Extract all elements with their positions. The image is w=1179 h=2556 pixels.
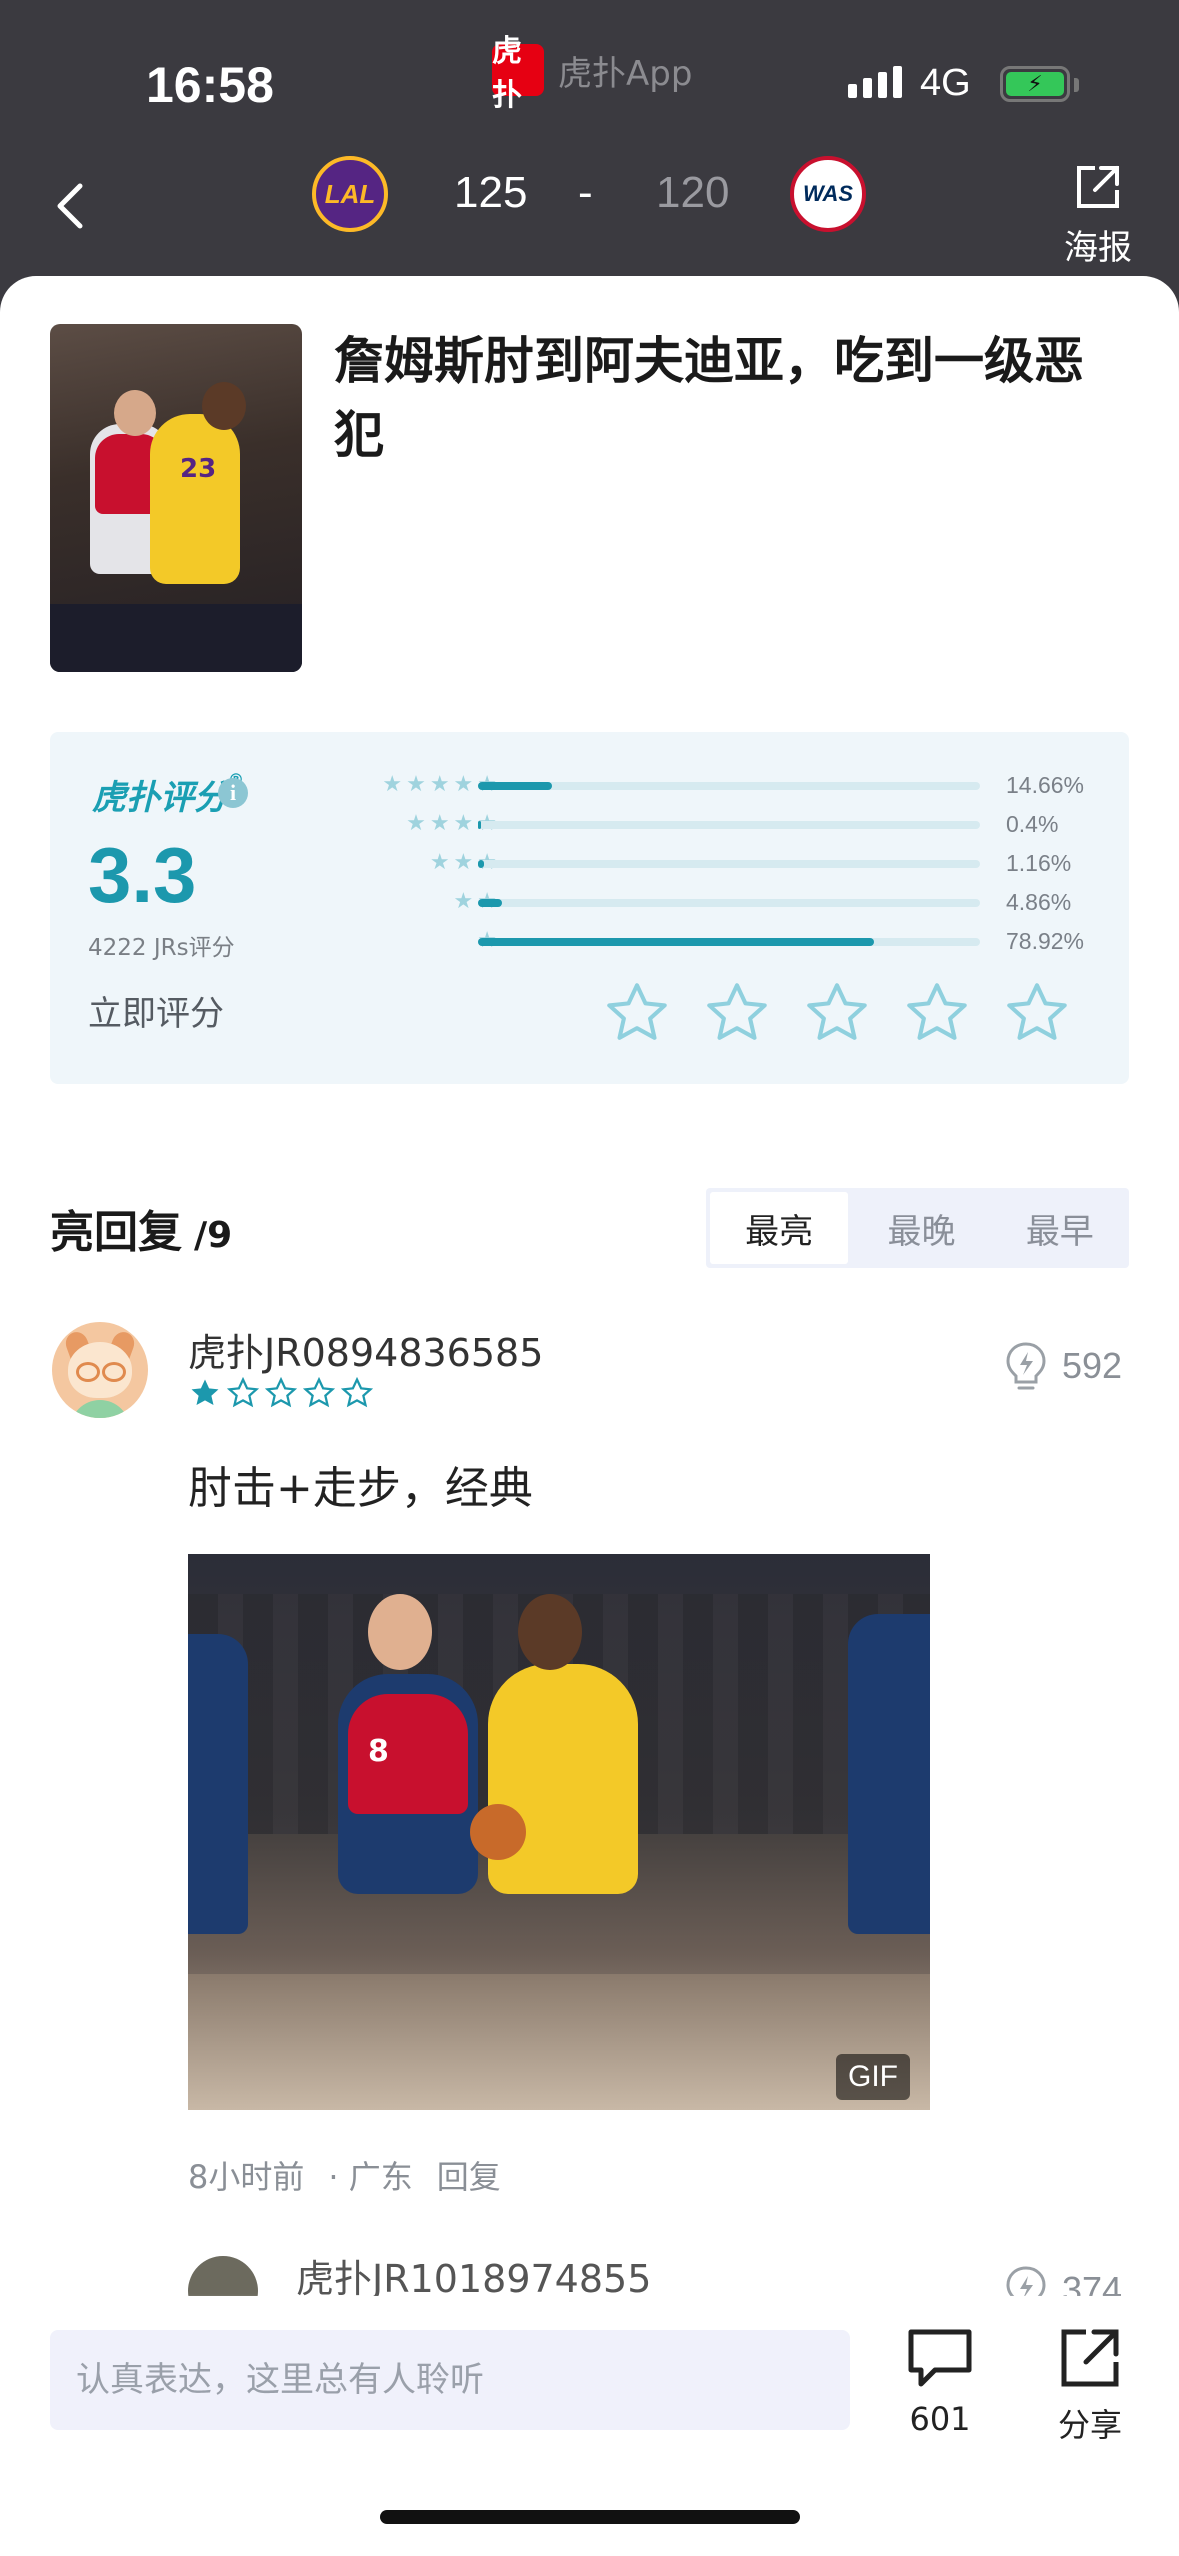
comment-text: 肘击+走步，经典 <box>188 1463 533 1514</box>
rating-card: 虎扑评分® i 3.3 4222 JRs评分 立即评分 ★★★★★14.66%★… <box>50 732 1129 1084</box>
like-button[interactable]: 592 <box>1004 1340 1122 1392</box>
rating-bar-track <box>478 938 980 946</box>
signal-icon <box>848 66 902 98</box>
rate-star-2-icon[interactable] <box>702 978 772 1048</box>
rating-bar-track <box>478 899 980 907</box>
game-header: 16:58 虎扑 虎扑App 4G ⚡ LAL 125 - 120 WAS 海报 <box>0 0 1179 320</box>
star-empty-icon <box>302 1376 336 1408</box>
sort-tab-latest[interactable]: 最晚 <box>852 1188 990 1268</box>
thumb-jersey-number: 23 <box>180 454 217 484</box>
rating-bar-fill <box>478 938 875 946</box>
rating-percent: 0.4% <box>1006 811 1059 837</box>
rating-row-1-star: ★78.92% <box>50 928 1129 958</box>
rating-bar-track <box>478 860 980 868</box>
poster-label: 海报 <box>1064 228 1132 268</box>
hupu-logo-icon: 虎扑 <box>492 34 544 113</box>
comment-time: 8小时前 <box>188 2158 305 2196</box>
rating-percent: 14.66% <box>1006 772 1085 798</box>
rating-bar-track <box>478 821 980 829</box>
replies-title: 亮回复/9 <box>50 1207 233 1258</box>
star-empty-icon <box>226 1376 260 1408</box>
share-icon <box>1061 2329 1119 2387</box>
speech-bubble-icon <box>908 2329 972 2387</box>
return-to-app[interactable]: 虎扑 虎扑App <box>492 34 693 113</box>
rating-percent: 1.16% <box>1006 850 1072 876</box>
post-title: 詹姆斯肘到阿夫迪亚，吃到一级恶犯 <box>334 332 1084 464</box>
score-separator: - <box>578 168 593 217</box>
back-button[interactable] <box>48 176 98 236</box>
star-empty-icon <box>340 1376 374 1408</box>
rating-row-4-star: ★★★★ 0.4% <box>50 811 1129 841</box>
status-time: 16:58 <box>146 57 274 113</box>
comments-button[interactable]: 601 <box>890 2326 990 2438</box>
comment-meta: 8小时前 · 广东 回复 <box>188 2152 501 2198</box>
rate-star-3-icon[interactable] <box>802 978 872 1048</box>
external-share-icon <box>1077 166 1119 208</box>
home-team-logo[interactable]: LAL <box>312 156 388 232</box>
rating-bar-fill <box>478 899 503 907</box>
home-score: 125 <box>454 168 528 217</box>
sort-tab-hottest[interactable]: 最亮 <box>710 1192 849 1264</box>
sort-tab-earliest[interactable]: 最早 <box>991 1188 1129 1268</box>
chevron-left-icon <box>57 183 83 229</box>
share-button[interactable]: 分享 <box>1040 2326 1140 2446</box>
rating-bar-track <box>478 782 980 790</box>
poster-button[interactable]: 海报 <box>1058 162 1138 269</box>
replies-count: /9 <box>194 1215 233 1256</box>
rate-stars-input[interactable] <box>602 978 1072 1048</box>
comment-gif[interactable]: 8 <box>188 1554 930 2110</box>
gif-jersey-number: 8 <box>368 1734 389 1769</box>
star-empty-icon <box>264 1376 298 1408</box>
post-thumbnail[interactable]: 23 <box>50 324 302 672</box>
away-team-logo[interactable]: WAS <box>790 156 866 232</box>
avatar[interactable] <box>52 1322 148 1418</box>
battery-icon: ⚡ <box>1000 66 1070 102</box>
rating-bar-fill <box>478 782 552 790</box>
reply-button[interactable]: 回复 <box>437 2158 501 2196</box>
rate-star-4-icon[interactable] <box>902 978 972 1048</box>
comment-username[interactable]: 虎扑JR0894836585 <box>188 1322 543 1377</box>
rating-bar-fill <box>478 860 484 868</box>
lightbulb-icon <box>1006 1342 1046 1390</box>
battery-cap <box>1074 78 1079 92</box>
gif-badge: GIF <box>836 2054 910 2100</box>
comment-count: 601 <box>909 2400 971 2438</box>
user-rating-stars <box>188 1376 374 1410</box>
rate-star-5-icon[interactable] <box>1002 978 1072 1048</box>
rating-bar-fill <box>478 821 481 829</box>
app-name: 虎扑App <box>558 53 693 94</box>
sort-tabs: 最亮 最晚 最早 <box>706 1188 1129 1268</box>
rating-row-2-star: ★★ 4.86% <box>50 889 1129 919</box>
comment-location: · 广东 <box>328 2158 413 2196</box>
rate-now-label: 立即评分 <box>88 994 224 1034</box>
home-indicator <box>380 2510 800 2524</box>
network-type: 4G <box>920 62 971 104</box>
rating-row-5-star: ★★★★★ 14.66% <box>50 772 1129 802</box>
rating-row-3-star: ★★★ 1.16% <box>50 850 1129 880</box>
away-score: 120 <box>656 168 730 217</box>
rating-percent: 78.92% <box>1006 928 1085 954</box>
rating-percent: 4.86% <box>1006 889 1072 915</box>
rate-star-1-icon[interactable] <box>602 978 672 1048</box>
star-filled-icon <box>191 1379 219 1406</box>
like-count: 592 <box>1062 1345 1123 1386</box>
comment-input[interactable] <box>50 2330 850 2430</box>
share-label: 分享 <box>1057 2406 1122 2444</box>
